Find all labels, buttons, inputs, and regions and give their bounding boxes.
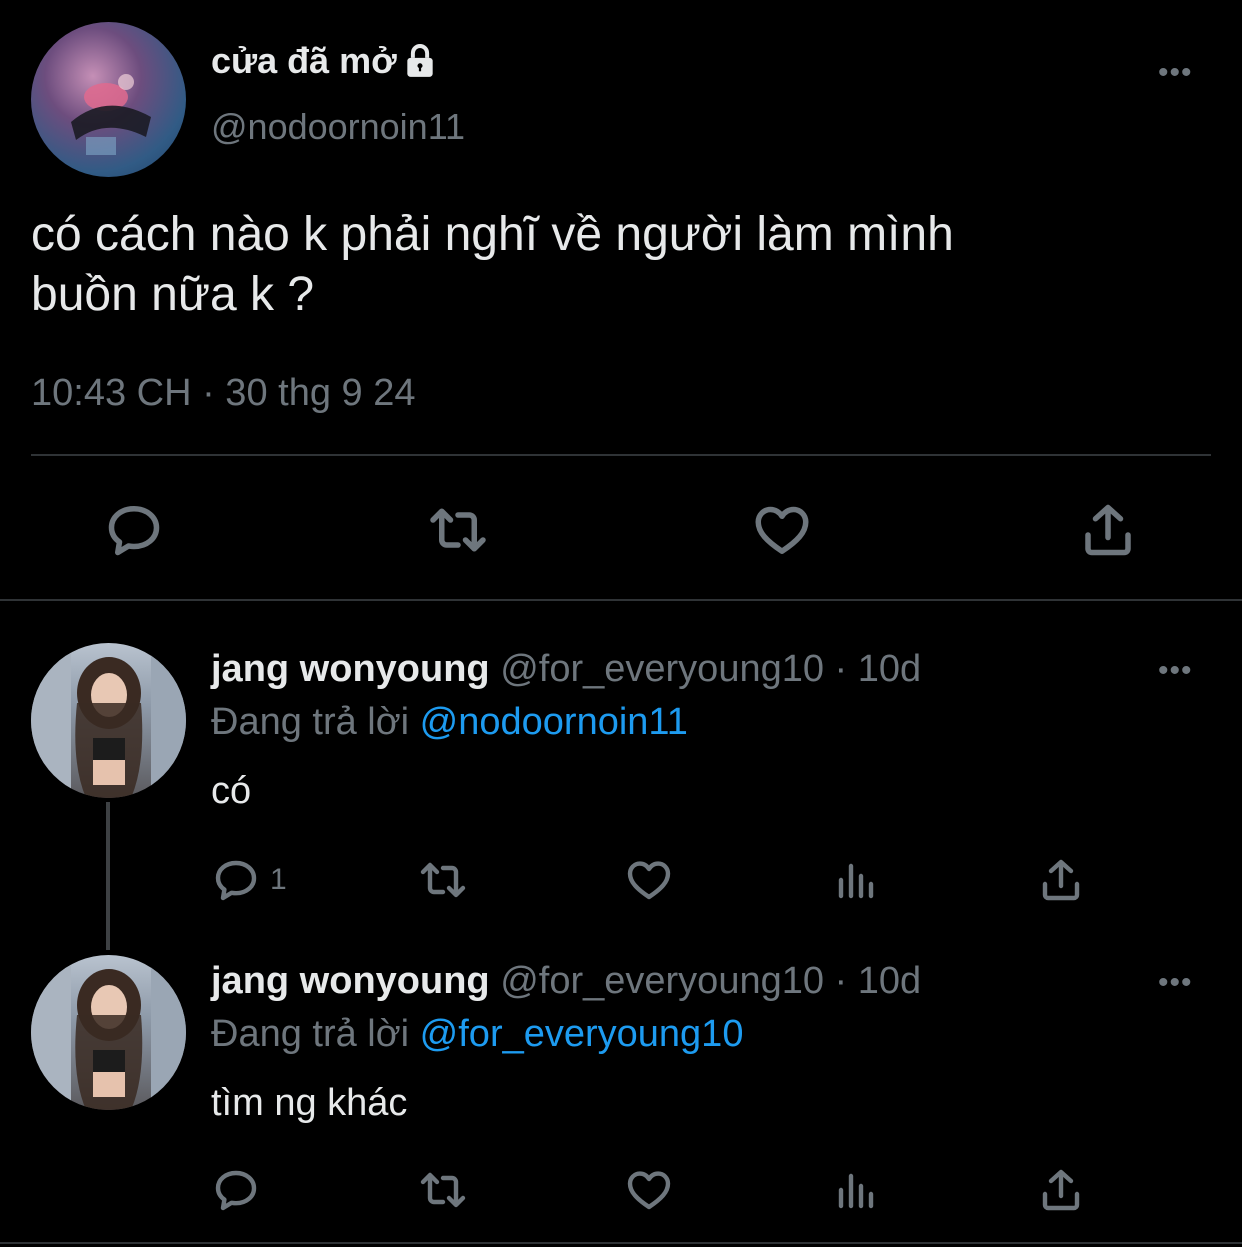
reply-avatar[interactable] [31, 643, 186, 798]
share-button[interactable] [1037, 856, 1085, 904]
heart-icon [755, 506, 809, 554]
tweet-timestamp[interactable]: 10:43 CH · 30 thg 9 24 [31, 372, 415, 415]
retweet-icon [420, 1172, 466, 1208]
reply-author-name[interactable]: jang wonyoung [211, 960, 490, 1002]
retweet-icon [430, 508, 486, 552]
retweet-button[interactable] [425, 500, 491, 560]
author-name-text: cửa đã mở [211, 40, 397, 81]
analytics-icon [838, 863, 874, 899]
replying-to-prefix: Đang trả lời [211, 1013, 410, 1055]
replying-to: Đang trả lời @nodoornoin11 [211, 701, 688, 744]
share-icon [1042, 1169, 1080, 1211]
share-icon [1085, 504, 1131, 556]
main-avatar[interactable] [31, 22, 186, 177]
section-divider [0, 1242, 1242, 1244]
reply-handle-time[interactable]: @for_everyoung10 · 10d [500, 960, 921, 1002]
author-name[interactable]: cửa đã mở [211, 40, 439, 82]
person-photo-icon [31, 643, 186, 798]
lock-icon [407, 44, 433, 77]
replying-to-handle[interactable]: @for_everyoung10 [420, 1013, 744, 1055]
replying-to-prefix: Đang trả lời [211, 701, 410, 743]
reply-handle-time[interactable]: @for_everyoung10 · 10d [500, 648, 921, 690]
heart-icon [627, 861, 671, 900]
analytics-button[interactable] [833, 856, 881, 904]
thread-line [106, 802, 110, 950]
reply-count: 1 [270, 863, 287, 896]
replying-to-handle[interactable]: @nodoornoin11 [420, 701, 688, 743]
person-photo-icon [31, 955, 186, 1110]
reply-text: tìm ng khác [211, 1082, 408, 1124]
snorkel-photo-icon [71, 74, 151, 155]
share-button[interactable] [1037, 1166, 1085, 1214]
replying-to: Đang trả lời @for_everyoung10 [211, 1013, 743, 1056]
like-button[interactable] [752, 500, 812, 560]
more-options-icon[interactable]: ••• [1158, 656, 1193, 686]
tweet-text-line1: có cách nào k phải nghĩ về người làm mìn… [31, 208, 954, 261]
reply-button[interactable] [212, 1166, 260, 1214]
like-button[interactable] [625, 856, 673, 904]
heart-icon [627, 1171, 671, 1210]
reply-header: jang wonyoung @for_everyoung10 · 10d [211, 960, 921, 1003]
reply-text: có [211, 770, 252, 812]
analytics-icon [838, 1173, 874, 1209]
reply-avatar[interactable] [31, 955, 186, 1110]
more-options-icon[interactable]: ••• [1158, 968, 1193, 998]
divider [31, 454, 1211, 456]
reply-header: jang wonyoung @for_everyoung10 · 10d [211, 648, 921, 691]
more-options-icon[interactable]: ••• [1158, 58, 1193, 88]
reply-button[interactable]: 1 [212, 856, 287, 904]
reply-icon [108, 506, 160, 556]
reply-icon [215, 1170, 257, 1211]
author-handle[interactable]: @nodoornoin11 [211, 106, 465, 148]
tweet-text-line2: buồn nữa k ? [31, 268, 315, 321]
retweet-icon [420, 862, 466, 898]
analytics-button[interactable] [833, 1166, 881, 1214]
section-divider [0, 599, 1242, 601]
retweet-button[interactable] [416, 1166, 470, 1214]
share-button[interactable] [1078, 500, 1138, 560]
reply-icon [215, 860, 257, 901]
tweet-text: có cách nào k phải nghĩ về người làm mìn… [31, 205, 954, 325]
retweet-button[interactable] [416, 856, 470, 904]
like-button[interactable] [625, 1166, 673, 1214]
reply-button[interactable] [104, 500, 164, 560]
reply-author-name[interactable]: jang wonyoung [211, 648, 490, 690]
share-icon [1042, 859, 1080, 901]
